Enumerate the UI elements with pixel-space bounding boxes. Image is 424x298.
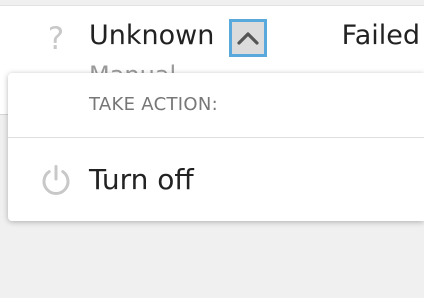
status-label: Unknown [89,20,215,51]
action-dropdown-menu: TAKE ACTION: Turn off [8,73,424,221]
power-icon [42,165,70,195]
menu-item-label: Turn off [89,163,194,196]
menu-item-turn-off[interactable]: Turn off [8,138,424,221]
question-mark-icon: ? [47,21,65,57]
chevron-up-icon [237,32,259,45]
menu-heading: TAKE ACTION: [89,94,218,115]
action-menu-toggle-button[interactable] [229,19,267,57]
result-label: Failed [341,20,420,51]
